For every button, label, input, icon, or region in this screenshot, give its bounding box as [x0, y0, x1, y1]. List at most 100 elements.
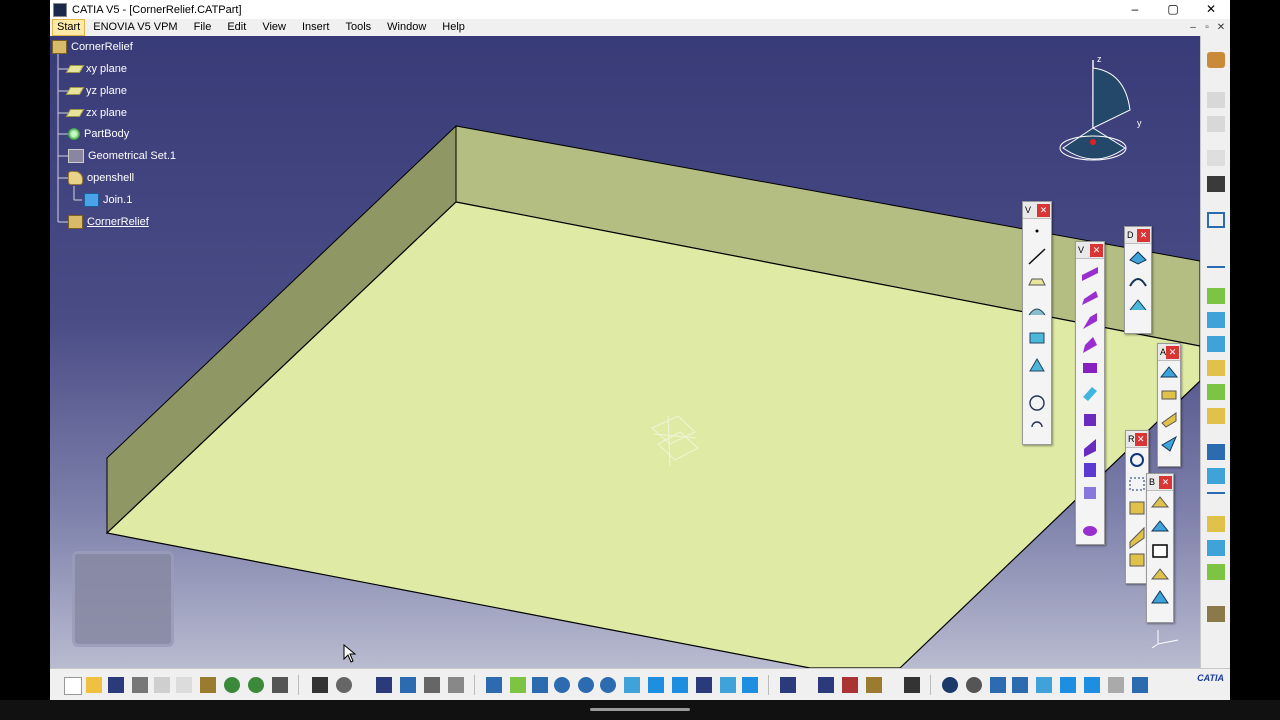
palette-close-button[interactable]: ✕	[1134, 432, 1147, 446]
open-icon[interactable]	[86, 677, 102, 693]
palette-close-button[interactable]: ✕	[1166, 345, 1179, 359]
palette-tools[interactable]	[1147, 491, 1173, 621]
parameters-icon[interactable]	[448, 677, 464, 693]
zoom-out-icon[interactable]	[600, 677, 616, 693]
new-icon[interactable]	[64, 677, 82, 695]
palette-close-button[interactable]: ✕	[1037, 203, 1050, 217]
curve-icon[interactable]	[1207, 250, 1225, 268]
palette-walls[interactable]: V ✕	[1075, 241, 1105, 545]
palette-tools[interactable]	[1023, 219, 1051, 443]
3d-viewport[interactable]: CornerRelief xy plane yz plane zx plane …	[50, 36, 1200, 668]
snap-icon[interactable]	[1207, 176, 1225, 192]
offset-icon[interactable]	[1207, 384, 1225, 400]
tree-item-join[interactable]: Join.1	[84, 192, 132, 208]
close-button[interactable]: ✕	[1192, 0, 1230, 19]
tree-item-partbody[interactable]: PartBody	[68, 126, 129, 142]
grid-icon[interactable]	[1036, 677, 1052, 693]
snap-icon[interactable]	[966, 677, 982, 693]
tree-icon[interactable]	[400, 677, 416, 693]
tree-item-geometrical-set[interactable]: Geometrical Set.1	[68, 148, 176, 164]
properties-icon[interactable]	[1084, 677, 1100, 693]
pan-icon[interactable]	[532, 677, 548, 693]
menu-edit[interactable]: Edit	[219, 19, 254, 36]
select-icon[interactable]	[1207, 150, 1225, 166]
undo-icon[interactable]	[224, 677, 240, 693]
iso-view-icon[interactable]	[648, 677, 664, 693]
palette-tools[interactable]	[1158, 361, 1180, 465]
update-icon[interactable]	[942, 677, 958, 693]
whats-this-icon[interactable]	[272, 677, 288, 693]
camera-icon[interactable]	[904, 677, 920, 693]
tree-item-zx-plane[interactable]: zx plane	[65, 105, 127, 121]
doc-minimize-button[interactable]: –	[1186, 19, 1200, 36]
redo-icon[interactable]	[248, 677, 264, 693]
fly-icon[interactable]	[486, 677, 502, 693]
extrude-icon[interactable]	[1207, 408, 1225, 424]
palette-wireframe[interactable]: V ✕	[1022, 201, 1052, 445]
zoom-in-icon[interactable]	[578, 677, 594, 693]
grey-tool-icon[interactable]	[1207, 116, 1225, 132]
lock-icon[interactable]	[424, 677, 440, 693]
shading-icon[interactable]	[696, 677, 712, 693]
palette-close-button[interactable]: ✕	[1090, 243, 1103, 257]
measure-icon[interactable]	[780, 677, 796, 693]
sketch-icon[interactable]	[1012, 677, 1028, 693]
workbench-icon[interactable]	[1207, 52, 1225, 68]
surface-icon[interactable]	[1207, 312, 1225, 328]
menu-start[interactable]: Start	[52, 19, 86, 36]
split-icon[interactable]	[1207, 468, 1225, 484]
palette-fillet[interactable]: A ✕	[1157, 343, 1181, 467]
formula-icon[interactable]	[312, 677, 328, 693]
table-icon[interactable]	[376, 677, 392, 693]
sketch-icon[interactable]	[1207, 212, 1225, 228]
layers-icon[interactable]	[1060, 677, 1076, 693]
menu-help[interactable]: Help	[434, 19, 473, 36]
tree-item-cornerrelief[interactable]: CornerRelief	[68, 214, 149, 230]
tree-item-yz-plane[interactable]: yz plane	[65, 83, 127, 99]
tree-root[interactable]: CornerRelief	[52, 39, 133, 55]
navigation-preview[interactable]	[72, 551, 174, 647]
hide-show-icon[interactable]	[720, 677, 736, 693]
axis-system-icon[interactable]	[1207, 564, 1225, 580]
tree-item-openshell[interactable]: openshell	[68, 170, 134, 186]
swap-icon[interactable]	[742, 677, 758, 693]
fill-icon[interactable]	[1207, 360, 1225, 376]
sweep-icon[interactable]	[1207, 336, 1225, 352]
compass-icon[interactable]: z y	[1055, 52, 1145, 162]
knowledge-icon[interactable]	[336, 677, 352, 693]
material-icon[interactable]	[866, 677, 882, 693]
join-icon[interactable]	[1207, 444, 1225, 460]
analysis-icon[interactable]	[818, 677, 834, 693]
palette-stamping[interactable]: B ✕	[1146, 473, 1174, 623]
palette-unfold[interactable]: D ✕	[1124, 226, 1152, 334]
tree-item-xy-plane[interactable]: xy plane	[65, 61, 127, 77]
cube-icon[interactable]	[672, 677, 688, 693]
menu-view[interactable]: View	[254, 19, 294, 36]
normal-view-icon[interactable]	[624, 677, 640, 693]
doc-restore-button[interactable]: ▫	[1200, 19, 1214, 36]
palette-close-button[interactable]: ✕	[1137, 228, 1150, 242]
fillet-icon[interactable]	[1207, 492, 1225, 510]
menu-window[interactable]: Window	[379, 19, 434, 36]
maximize-button[interactable]: ▢	[1154, 0, 1192, 19]
palette-tools[interactable]	[1076, 259, 1104, 543]
paste-icon[interactable]	[200, 677, 216, 693]
cut-icon[interactable]	[154, 677, 170, 693]
doc-close-button[interactable]: ✕	[1214, 19, 1228, 36]
axis-icon[interactable]	[990, 677, 1006, 693]
menu-enovia[interactable]: ENOVIA V5 VPM	[85, 19, 185, 36]
print-icon[interactable]	[132, 677, 148, 693]
palette-tools[interactable]	[1126, 448, 1148, 582]
grey-tool-icon[interactable]	[1207, 92, 1225, 108]
parts-icon[interactable]	[842, 677, 858, 693]
rotate-icon[interactable]	[554, 677, 570, 693]
tree-expand-icon[interactable]	[1132, 677, 1148, 693]
tools-icon[interactable]	[1108, 677, 1124, 693]
palette-close-button[interactable]: ✕	[1159, 475, 1172, 489]
save-icon[interactable]	[108, 677, 124, 693]
copy-icon[interactable]	[176, 677, 192, 693]
translate-icon[interactable]	[1207, 516, 1225, 532]
menu-tools[interactable]: Tools	[337, 19, 379, 36]
menu-file[interactable]: File	[186, 19, 220, 36]
minimize-button[interactable]: –	[1116, 0, 1154, 19]
